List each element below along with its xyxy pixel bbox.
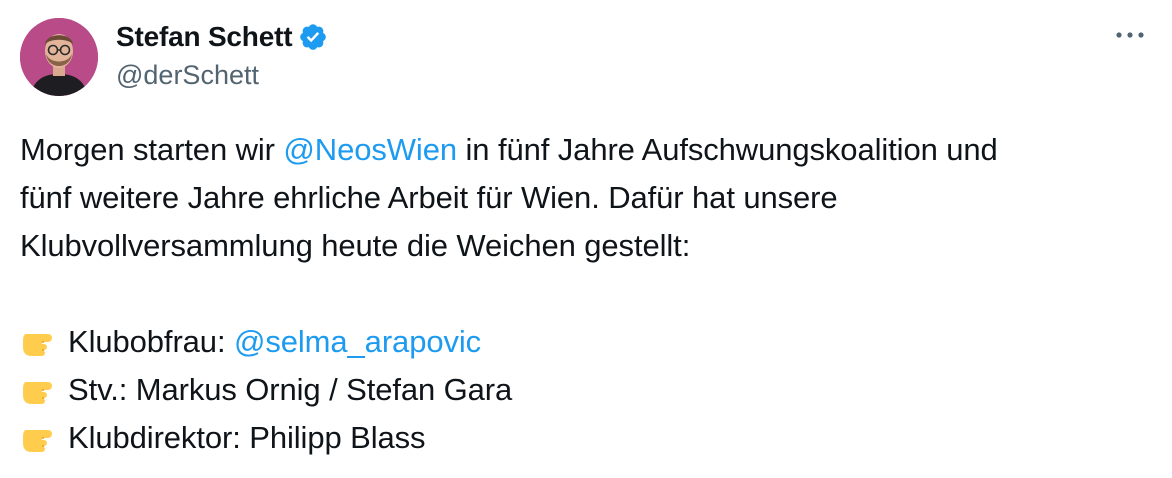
avatar[interactable] — [20, 18, 98, 96]
list-item: Stv.: Markus Ornig / Stefan Gara — [20, 366, 1155, 414]
tweet-line-1: Morgen starten wir @NeosWien in fünf Jah… — [20, 126, 1155, 174]
more-options-icon[interactable] — [1110, 20, 1150, 50]
list-item-label: Klubobfrau: — [68, 324, 234, 359]
mention-link-selma-arapovic[interactable]: @selma_arapovic — [234, 324, 481, 359]
pointing-hand-icon — [20, 372, 60, 406]
author-block: Stefan Schett @derSchett — [116, 18, 328, 91]
verified-badge-icon[interactable] — [298, 22, 328, 52]
tweet-card: Stefan Schett @derSchett Morgen starten … — [0, 0, 1172, 478]
list-item-text: Klubdirektor: Philipp Blass — [68, 420, 426, 455]
name-row: Stefan Schett — [116, 18, 328, 56]
text-segment: in fünf Jahre Aufschwungskoalition und — [457, 132, 998, 167]
author-handle[interactable]: @derSchett — [116, 60, 328, 91]
tweet-line-3: Klubvollversammlung heute die Weichen ge… — [20, 228, 691, 263]
mention-link-neoswien[interactable]: @NeosWien — [283, 132, 457, 167]
pointing-hand-icon — [20, 324, 60, 358]
tweet-line-2: fünf weitere Jahre ehrliche Arbeit für W… — [20, 180, 838, 215]
list-item-text: Stv.: Markus Ornig / Stefan Gara — [68, 372, 513, 407]
tweet-text: Morgen starten wir @NeosWien in fünf Jah… — [20, 126, 1155, 462]
list-item: Klubdirektor: Philipp Blass — [20, 414, 1155, 462]
list-item: Klubobfrau: @selma_arapovic — [20, 318, 1155, 366]
text-segment: Morgen starten wir — [20, 132, 284, 167]
author-display-name[interactable]: Stefan Schett — [116, 21, 293, 53]
pointing-hand-icon — [20, 420, 60, 454]
